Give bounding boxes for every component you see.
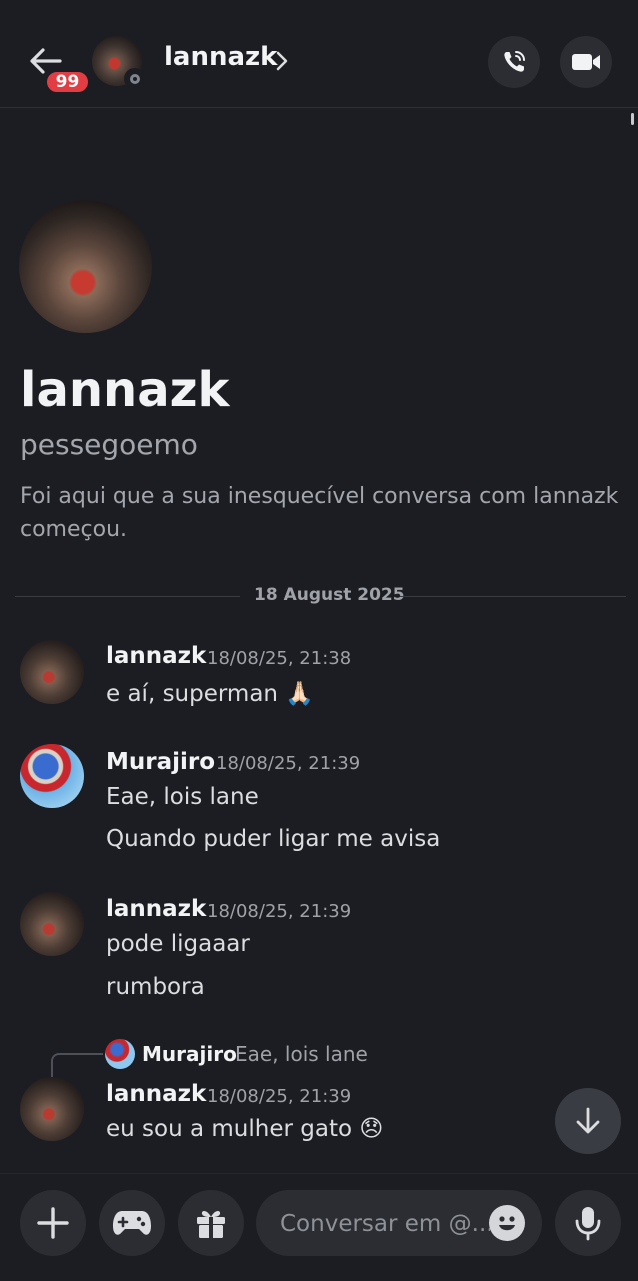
message-text: Eae, lois lane	[106, 784, 259, 810]
scroll-to-bottom-button[interactable]	[555, 1088, 621, 1154]
message-avatar[interactable]	[20, 1077, 84, 1141]
date-divider: 18 August 2025	[254, 585, 405, 605]
message-text: Quando puder ligar me avisa	[106, 826, 441, 852]
microphone-icon	[575, 1207, 601, 1241]
chat-header: 99 lannazk	[0, 0, 638, 108]
message-input[interactable]	[278, 1190, 492, 1258]
intro-line: Foi aqui que a sua inesquecível conversa…	[20, 484, 619, 509]
unread-badge: 99	[44, 69, 91, 95]
add-attachment-button[interactable]	[20, 1190, 86, 1256]
reply-preview-text[interactable]: Eae, lois lane	[235, 1042, 368, 1066]
divider-line	[15, 596, 240, 597]
profile-display-name: lannazk	[20, 362, 230, 418]
activities-button[interactable]	[99, 1190, 165, 1256]
profile-avatar[interactable]	[19, 200, 152, 333]
divider-line	[400, 596, 626, 597]
header-username[interactable]: lannazk	[164, 42, 277, 72]
message-text: pode ligaaar	[106, 931, 250, 957]
message-avatar[interactable]	[20, 744, 84, 808]
message-text: e aí, superman 🙏🏻	[106, 681, 314, 707]
message-author[interactable]: lannazk	[106, 643, 206, 669]
message-author[interactable]: Murajiro	[106, 749, 215, 775]
plus-icon	[37, 1207, 69, 1239]
message-timestamp: 18/08/25, 21:38	[207, 648, 352, 669]
message-avatar[interactable]	[20, 640, 84, 704]
gift-icon	[197, 1210, 225, 1238]
message-author[interactable]: lannazk	[106, 1081, 206, 1107]
gift-button[interactable]	[178, 1190, 244, 1256]
arrow-down-icon	[576, 1107, 600, 1134]
voice-message-button[interactable]	[555, 1190, 621, 1256]
status-indicator	[124, 68, 145, 89]
message-timestamp: 18/08/25, 21:39	[207, 901, 352, 922]
reply-author[interactable]: Murajiro	[142, 1042, 237, 1066]
gamepad-icon	[113, 1211, 151, 1235]
message-timestamp: 18/08/25, 21:39	[207, 1086, 352, 1107]
message-author[interactable]: lannazk	[106, 896, 206, 922]
conversation-intro: Foi aqui que a sua inesquecível conversa…	[20, 480, 630, 546]
emoji-button[interactable]	[489, 1205, 525, 1241]
message-timestamp: 18/08/25, 21:39	[216, 753, 361, 774]
video-camera-icon	[572, 54, 600, 70]
message-avatar[interactable]	[20, 892, 84, 956]
chevron-right-icon[interactable]	[275, 51, 289, 71]
scrollbar[interactable]	[631, 113, 634, 125]
reply-connector	[51, 1053, 103, 1077]
video-call-button[interactable]	[560, 36, 612, 88]
phone-call-icon	[504, 51, 525, 72]
profile-username: pessegoemo	[20, 428, 198, 461]
message-input-container[interactable]	[256, 1190, 542, 1258]
intro-line: começou.	[20, 517, 128, 542]
voice-call-button[interactable]	[488, 36, 540, 88]
emoji-icon	[499, 1216, 515, 1231]
reply-avatar[interactable]	[105, 1039, 135, 1069]
message-text: eu sou a mulher gato 😞	[106, 1116, 384, 1142]
message-text: rumbora	[106, 974, 205, 1000]
